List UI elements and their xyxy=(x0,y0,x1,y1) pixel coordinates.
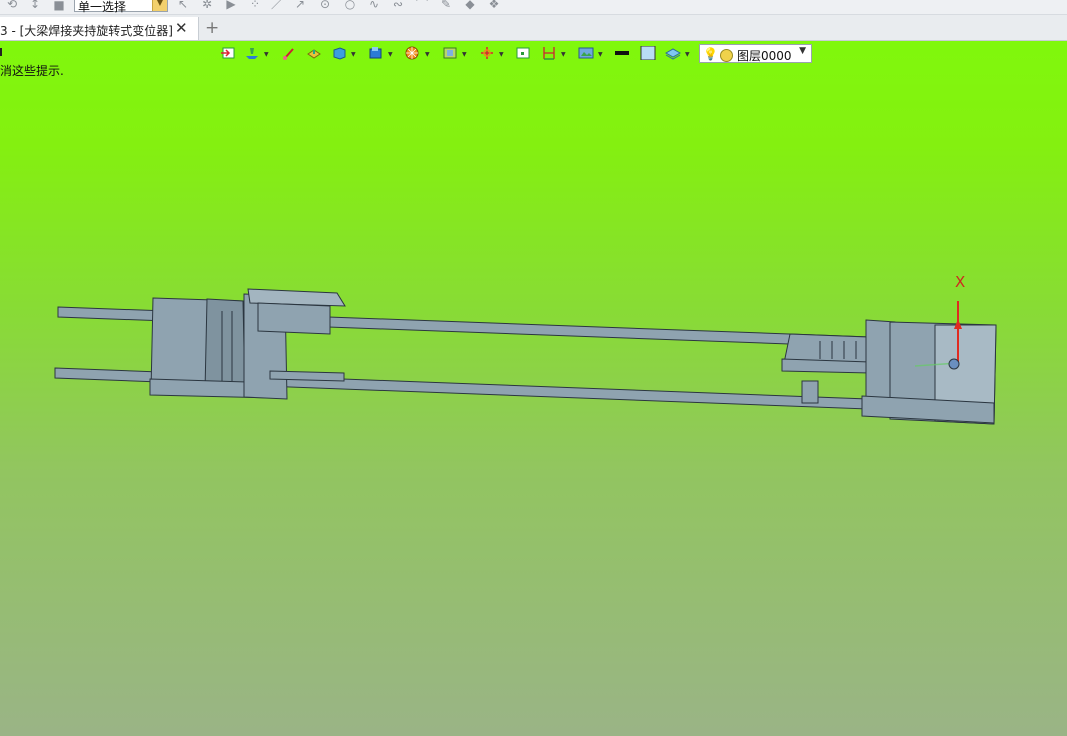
add-tab-icon[interactable]: + xyxy=(205,18,219,38)
circle-point-icon[interactable]: ⊙ xyxy=(318,0,332,11)
filter-icon[interactable]: ✲ xyxy=(200,0,214,11)
pen-icon[interactable]: ✎ xyxy=(439,0,453,11)
layer-stack-icon[interactable]: ❖ xyxy=(487,0,501,11)
pan-icon[interactable]: ↕ xyxy=(28,0,42,11)
cad-model[interactable] xyxy=(0,41,1067,736)
stop-icon[interactable]: ■ xyxy=(52,0,66,12)
arc-icon[interactable]: ⌒ xyxy=(415,0,429,11)
selection-mode-select[interactable]: 单一选择 ▼ xyxy=(74,0,168,14)
right-clamp-plate xyxy=(781,358,871,374)
point-icon[interactable]: ⁘ xyxy=(248,0,262,11)
right-support-post xyxy=(801,380,819,404)
document-tab[interactable]: 3 - [大梁焊接夹持旋转式变位器] ✕ xyxy=(0,17,199,40)
arrow-line-icon[interactable]: ↗ xyxy=(293,0,307,11)
circle-icon[interactable]: ○ xyxy=(343,0,357,11)
rotate-icon[interactable]: ⟲ xyxy=(5,0,19,11)
left-clamp-block xyxy=(257,302,331,335)
chevron-down-icon[interactable]: ▼ xyxy=(152,0,167,11)
document-tab-title: 3 - [大梁焊接夹持旋转式变位器] xyxy=(0,24,173,38)
line-icon[interactable]: ／ xyxy=(270,0,284,11)
shape-icon[interactable]: ◆ xyxy=(463,0,477,11)
selection-mode-value: 单一选择 xyxy=(78,0,127,14)
document-tab-bar: 3 - [大梁焊接夹持旋转式变位器] ✕ xyxy=(0,15,1067,41)
cursor-icon[interactable]: ↖ xyxy=(176,0,190,11)
spline-icon[interactable]: ∾ xyxy=(391,0,405,11)
left-lower-jaw xyxy=(269,370,345,382)
curve-icon[interactable]: ∿ xyxy=(367,0,381,11)
top-toolbar: ⟲ ↕ ■ 单一选择 ▼ ↖ ✲ ▶ ⁘ ／ ↗ ⊙ ○ ∿ ∾ ⌒ ✎ ◆ ❖ xyxy=(0,0,1067,15)
play-icon[interactable]: ▶ xyxy=(224,0,238,11)
3d-viewport[interactable]: 消这些提示. ▼ ▼ ▼ ▼ ▼ ▼ ▼ ▼ ▼ 💡 图层0000 ▼ X xyxy=(0,41,1067,736)
x-axis-label: X xyxy=(955,273,966,291)
close-icon[interactable]: ✕ xyxy=(175,19,188,37)
